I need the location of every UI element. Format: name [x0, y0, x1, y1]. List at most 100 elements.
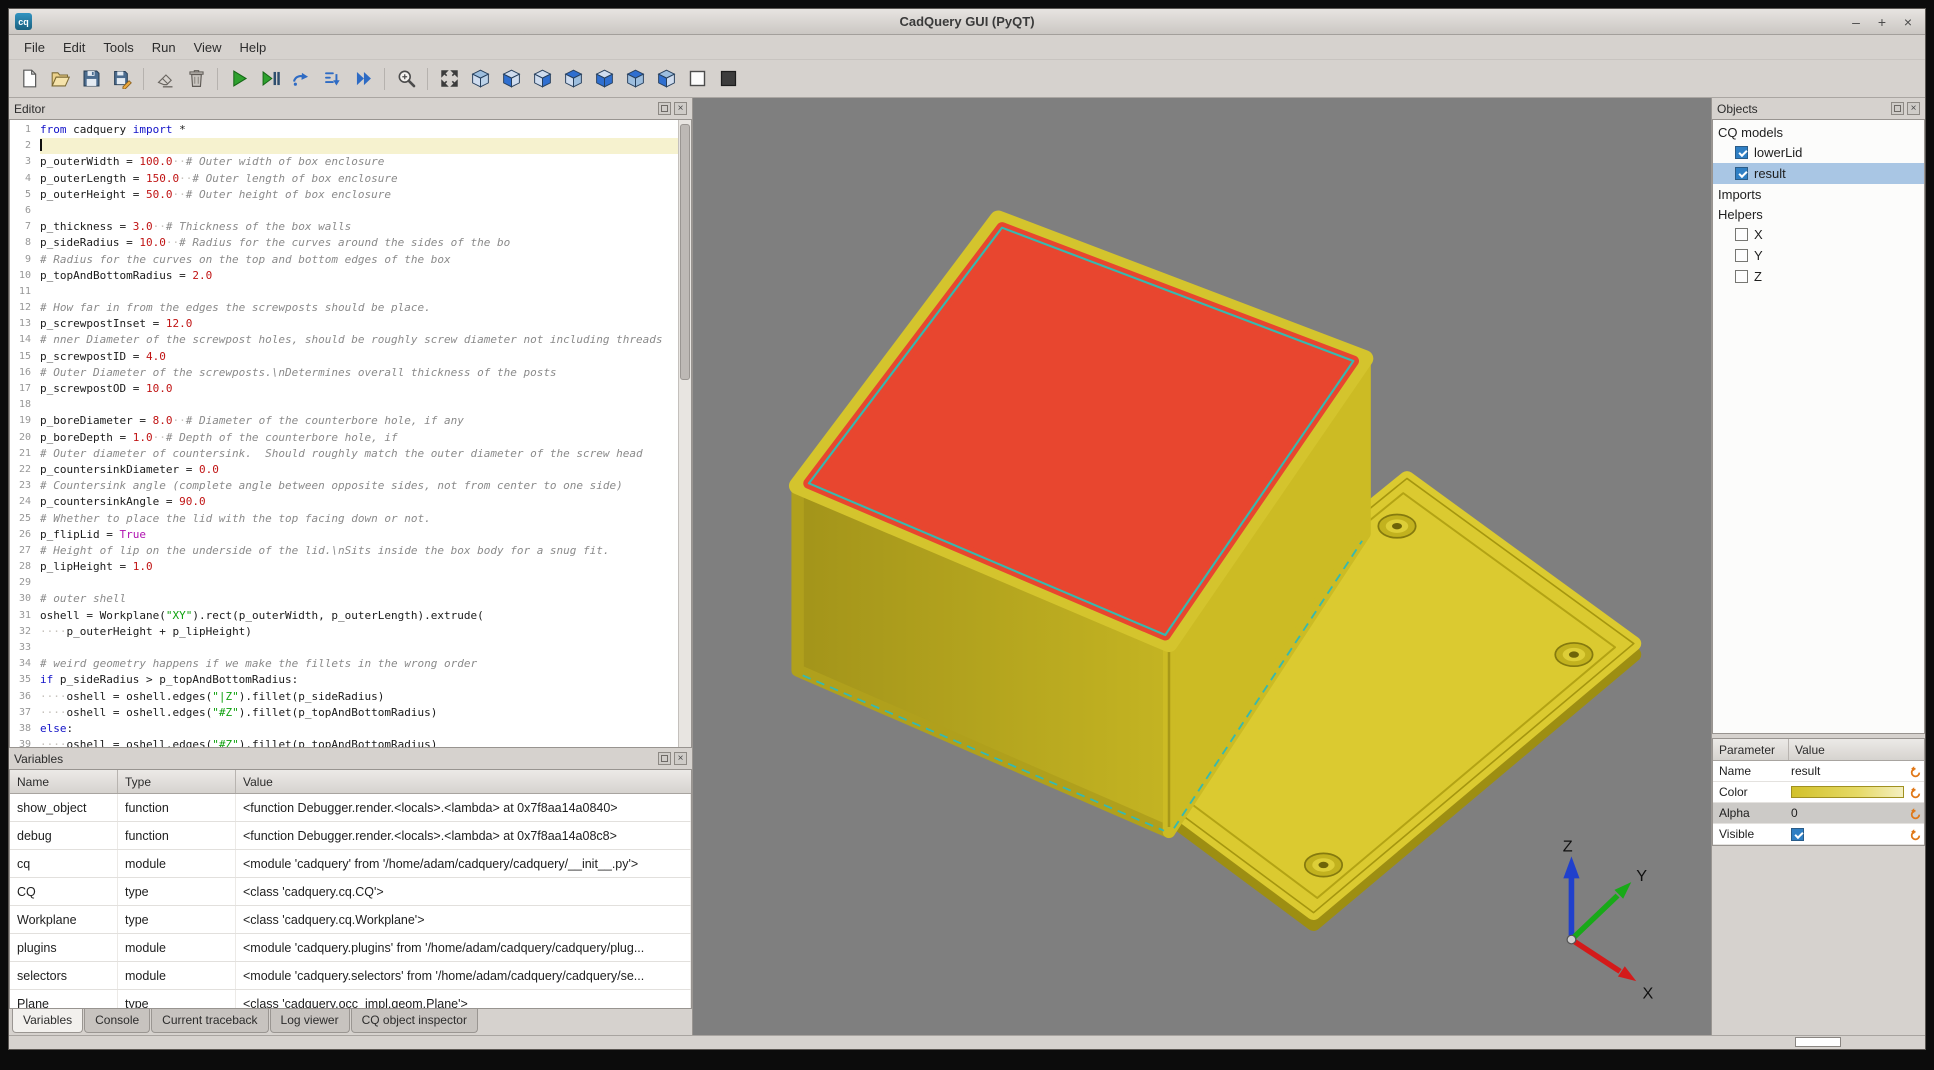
view-iso-button[interactable]: [466, 65, 494, 93]
table-row[interactable]: show_objectfunction<function Debugger.re…: [10, 794, 691, 822]
step-over-button[interactable]: [287, 65, 315, 93]
code-line[interactable]: 9# Radius for the curves on the top and …: [10, 252, 678, 268]
code-line[interactable]: 36····oshell = oshell.edges("|Z").fillet…: [10, 689, 678, 705]
clear-button[interactable]: [151, 65, 179, 93]
code-line[interactable]: 20p_boreDepth = 1.0··# Depth of the coun…: [10, 430, 678, 446]
code-line[interactable]: 11: [10, 284, 678, 300]
code-line[interactable]: 2: [10, 138, 678, 154]
code-line[interactable]: 10p_topAndBottomRadius = 2.0: [10, 268, 678, 284]
code-line[interactable]: 26p_flipLid = True: [10, 527, 678, 543]
tree-group-imports[interactable]: Imports: [1713, 184, 1924, 204]
new-file-button[interactable]: [15, 65, 43, 93]
code-line[interactable]: 33: [10, 640, 678, 656]
maximize-icon[interactable]: +: [1875, 15, 1889, 29]
visibility-checkbox[interactable]: [1735, 146, 1748, 159]
code-line[interactable]: 16# Outer Diameter of the screwposts.\nD…: [10, 365, 678, 381]
delete-button[interactable]: [182, 65, 210, 93]
color-swatch[interactable]: [1791, 786, 1904, 798]
code-line[interactable]: 13p_screwpostInset = 12.0: [10, 316, 678, 332]
table-row[interactable]: pluginsmodule<module 'cadquery.plugins' …: [10, 934, 691, 962]
tree-item-z[interactable]: Z: [1713, 266, 1924, 287]
code-line[interactable]: 7p_thickness = 3.0··# Thickness of the b…: [10, 219, 678, 235]
code-line[interactable]: 30# outer shell: [10, 591, 678, 607]
code-line[interactable]: 35if p_sideRadius > p_topAndBottomRadius…: [10, 672, 678, 688]
column-header-value[interactable]: Value: [236, 770, 691, 793]
reset-button[interactable]: [1906, 807, 1924, 820]
prop-row-visible[interactable]: Visible: [1713, 824, 1924, 845]
tab-log-viewer[interactable]: Log viewer: [270, 1009, 350, 1033]
render-button[interactable]: [225, 65, 253, 93]
code-line[interactable]: 27# Height of lip on the underside of th…: [10, 543, 678, 559]
view-left-button[interactable]: [559, 65, 587, 93]
menu-tools[interactable]: Tools: [94, 37, 142, 58]
menu-edit[interactable]: Edit: [54, 37, 94, 58]
code-line[interactable]: 22p_countersinkDiameter = 0.0: [10, 462, 678, 478]
table-row[interactable]: debugfunction<function Debugger.render.<…: [10, 822, 691, 850]
visibility-checkbox[interactable]: [1735, 228, 1748, 241]
table-row[interactable]: selectorsmodule<module 'cadquery.selecto…: [10, 962, 691, 990]
prop-row-name[interactable]: Nameresult: [1713, 761, 1924, 782]
reset-button[interactable]: [1906, 786, 1924, 799]
tab-current-traceback[interactable]: Current traceback: [151, 1009, 268, 1033]
continue-button[interactable]: [349, 65, 377, 93]
code-line[interactable]: 32····p_outerHeight + p_lipHeight): [10, 624, 678, 640]
open-file-button[interactable]: [46, 65, 74, 93]
table-row[interactable]: Planetype<class 'cadquery.occ_impl.geom.…: [10, 990, 691, 1009]
table-row[interactable]: Workplanetype<class 'cadquery.cq.Workpla…: [10, 906, 691, 934]
tree-item-result[interactable]: result: [1713, 163, 1924, 184]
code-line[interactable]: 39····oshell = oshell.edges("#Z").fillet…: [10, 737, 678, 747]
3d-viewport[interactable]: Z Y X: [693, 98, 1711, 1035]
column-header-type[interactable]: Type: [118, 770, 236, 793]
menu-file[interactable]: File: [15, 37, 54, 58]
code-line[interactable]: 31oshell = Workplane("XY").rect(p_outerW…: [10, 608, 678, 624]
titlebar[interactable]: cq CadQuery GUI (PyQT) – + ×: [9, 9, 1925, 35]
column-header-name[interactable]: Name: [10, 770, 118, 793]
view-front-button[interactable]: [497, 65, 525, 93]
code-line[interactable]: 19p_boreDiameter = 8.0··# Diameter of th…: [10, 413, 678, 429]
tab-variables[interactable]: Variables: [12, 1009, 83, 1033]
reset-button[interactable]: [1906, 765, 1924, 778]
code-area[interactable]: 1from cadquery import *23p_outerWidth = …: [10, 120, 678, 747]
zoom-to-selection-button[interactable]: [392, 65, 420, 93]
wireframe-view-button[interactable]: [683, 65, 711, 93]
visible-checkbox[interactable]: [1791, 828, 1804, 841]
code-line[interactable]: 15p_screwpostID = 4.0: [10, 349, 678, 365]
view-back-button[interactable]: [528, 65, 556, 93]
code-line[interactable]: 3p_outerWidth = 100.0··# Outer width of …: [10, 154, 678, 170]
code-line[interactable]: 4p_outerLength = 150.0··# Outer length o…: [10, 171, 678, 187]
visibility-checkbox[interactable]: [1735, 167, 1748, 180]
tab-console[interactable]: Console: [84, 1009, 150, 1033]
prop-row-color[interactable]: Color: [1713, 782, 1924, 803]
table-row[interactable]: cqmodule<module 'cadquery' from '/home/a…: [10, 850, 691, 878]
code-line[interactable]: 23# Countersink angle (complete angle be…: [10, 478, 678, 494]
code-line[interactable]: 14# nner Diameter of the screwpost holes…: [10, 332, 678, 348]
float-panel-icon[interactable]: [658, 102, 671, 115]
tree-group-cq-models[interactable]: CQ models: [1713, 122, 1924, 142]
tree-item-y[interactable]: Y: [1713, 245, 1924, 266]
step-into-button[interactable]: [318, 65, 346, 93]
save-as-button[interactable]: [108, 65, 136, 93]
close-panel-icon[interactable]: ×: [1907, 102, 1920, 115]
code-line[interactable]: 28p_lipHeight = 1.0: [10, 559, 678, 575]
view-right-button[interactable]: [590, 65, 618, 93]
code-line[interactable]: 6: [10, 203, 678, 219]
fit-all-button[interactable]: [435, 65, 463, 93]
debug-button[interactable]: [256, 65, 284, 93]
code-editor[interactable]: 1from cadquery import *23p_outerWidth = …: [9, 119, 692, 748]
close-panel-icon[interactable]: ×: [674, 752, 687, 765]
save-button[interactable]: [77, 65, 105, 93]
tree-item-x[interactable]: X: [1713, 224, 1924, 245]
float-panel-icon[interactable]: [1891, 102, 1904, 115]
editor-scrollbar[interactable]: [678, 120, 691, 747]
reset-button[interactable]: [1906, 828, 1924, 841]
code-line[interactable]: 37····oshell = oshell.edges("#Z").fillet…: [10, 705, 678, 721]
code-line[interactable]: 5p_outerHeight = 50.0··# Outer height of…: [10, 187, 678, 203]
menu-run[interactable]: Run: [143, 37, 185, 58]
code-line[interactable]: 25# Whether to place the lid with the to…: [10, 511, 678, 527]
menu-help[interactable]: Help: [231, 37, 276, 58]
code-line[interactable]: 17p_screwpostOD = 10.0: [10, 381, 678, 397]
tree-item-lowerlid[interactable]: lowerLid: [1713, 142, 1924, 163]
code-line[interactable]: 29: [10, 575, 678, 591]
tree-group-helpers[interactable]: Helpers: [1713, 204, 1924, 224]
code-line[interactable]: 18: [10, 397, 678, 413]
